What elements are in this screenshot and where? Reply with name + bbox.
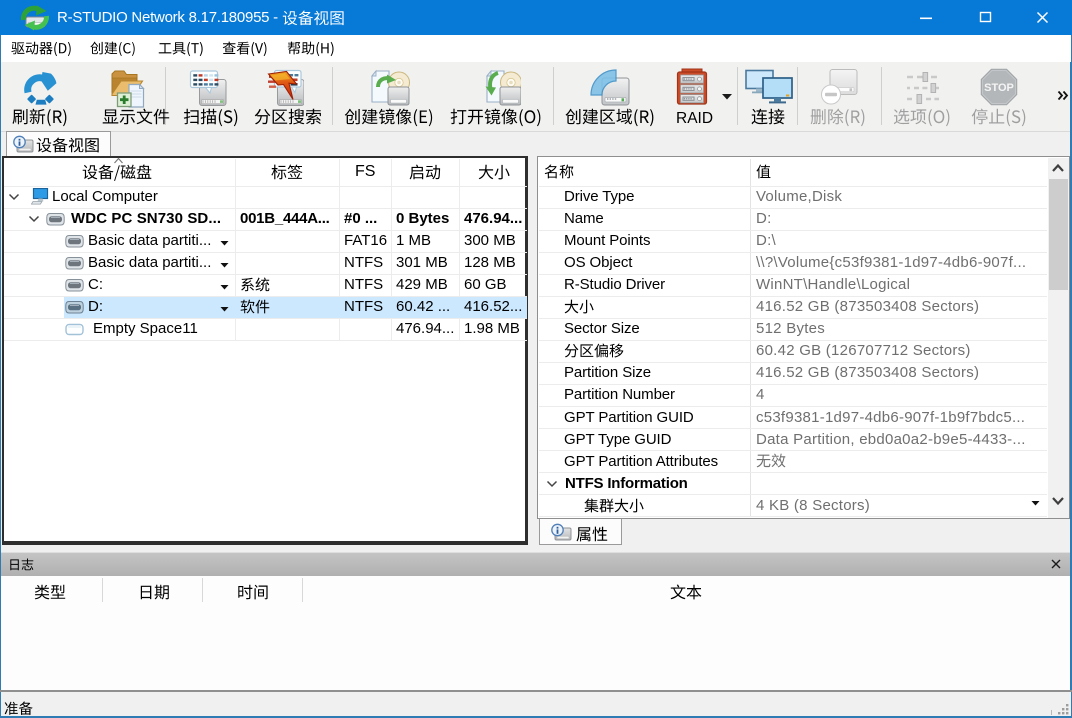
svg-text:STOP: STOP: [984, 82, 1014, 94]
